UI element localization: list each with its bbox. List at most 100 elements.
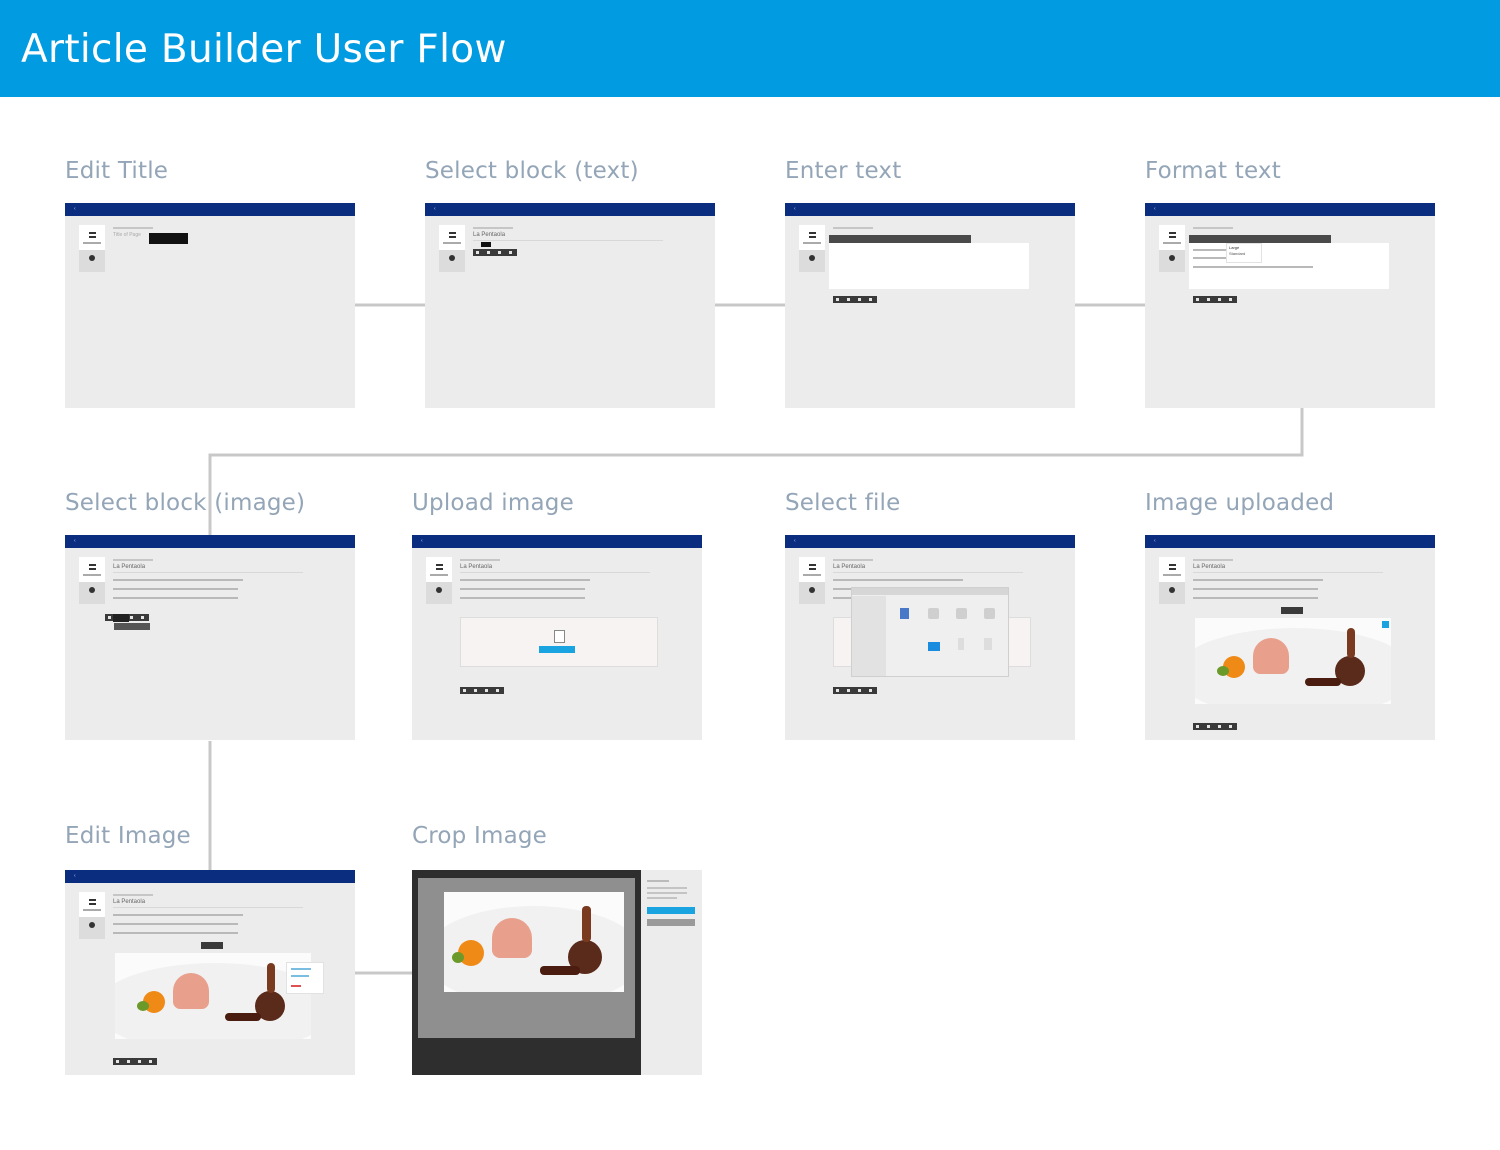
back-icon: ‹ [74, 206, 76, 212]
back-icon: ‹ [794, 206, 796, 212]
format-toolbar [1189, 235, 1331, 243]
back-icon: ‹ [1154, 206, 1156, 212]
app-bar: ‹ [1145, 535, 1435, 548]
image-actions [201, 942, 223, 949]
add-icon [1169, 587, 1175, 593]
step-title-format-text: Format text [1145, 158, 1281, 184]
sidebar-card [799, 225, 825, 251]
back-icon: ‹ [421, 538, 423, 544]
breadcrumb [833, 227, 873, 229]
article-title: La Pentaola [1193, 564, 1226, 570]
sidebar-card [439, 225, 465, 251]
font-size-dropdown: Large Standard [1226, 243, 1262, 263]
text-block-icon [809, 564, 816, 570]
app-bar: ‹ [785, 203, 1075, 216]
screen-upload-image: ‹ La Pentaola [412, 535, 702, 740]
app-bar: ‹ [785, 535, 1075, 548]
step-title-select-file: Select file [785, 490, 901, 516]
selected-file [928, 642, 940, 651]
add-icon [436, 587, 442, 593]
text-block-icon [1169, 564, 1176, 570]
sidebar-card [426, 557, 452, 583]
sidebar-button [426, 582, 452, 604]
file-icon [928, 608, 939, 619]
sidebar-card [79, 557, 105, 583]
crop-cancel-button [647, 919, 695, 926]
screen-crop-image [412, 870, 702, 1075]
connector-format-text-to-select-image [208, 408, 1304, 535]
back-icon: ‹ [74, 873, 76, 879]
breadcrumb [1193, 559, 1233, 561]
font-size-option-large: Large [1229, 245, 1240, 250]
text-block-icon [89, 899, 96, 905]
breadcrumb [460, 559, 500, 561]
block-toolbar [1193, 296, 1237, 303]
step-title-select-block-text: Select block (text) [425, 158, 639, 184]
text-block-icon [89, 232, 96, 238]
app-bar: ‹ [1145, 203, 1435, 216]
sidebar-card [1159, 557, 1185, 583]
upload-button [539, 646, 575, 653]
sidebar-button [1159, 250, 1185, 272]
article-title: La Pentaola [113, 899, 146, 905]
app-bar: ‹ [65, 535, 355, 548]
add-icon [809, 255, 815, 261]
block-toolbar [460, 687, 504, 694]
text-block-icon [1169, 232, 1176, 238]
app-bar: ‹ [425, 203, 715, 216]
food-photo [1195, 618, 1391, 704]
step-title-select-block-image: Select block (image) [65, 490, 306, 516]
image-drop-zone [460, 617, 658, 667]
back-icon: ‹ [1154, 538, 1156, 544]
image-toolbar [114, 623, 150, 630]
screen-format-text: ‹ Large Standard [1145, 203, 1435, 408]
add-icon [89, 922, 95, 928]
file-icon [958, 638, 964, 650]
file-picker-dialog [851, 587, 1009, 677]
file-icon [984, 638, 992, 650]
file-icon [984, 608, 995, 619]
add-icon [449, 255, 455, 261]
text-block-icon [89, 564, 96, 570]
sidebar-button [79, 917, 105, 939]
image-select-checkbox [1382, 621, 1389, 628]
tooltip [149, 233, 188, 244]
add-icon [89, 255, 95, 261]
crop-done-button [647, 907, 695, 914]
sidebar-button [799, 582, 825, 604]
image-options-menu [286, 962, 324, 994]
crop-side-panel [641, 870, 702, 1075]
article-title: La Pentaola [460, 564, 493, 570]
add-icon [809, 587, 815, 593]
screen-edit-image: ‹ La Pentaola [65, 870, 355, 1075]
breadcrumb [113, 559, 153, 561]
sidebar-button [799, 250, 825, 272]
screen-select-block-text: ‹ La Pentaola [425, 203, 715, 408]
food-photo [444, 892, 624, 992]
block-toolbar [113, 1058, 157, 1065]
text-block-icon [436, 564, 443, 570]
sidebar-button [79, 582, 105, 604]
screen-edit-title: ‹ Title of Page [65, 203, 355, 408]
breadcrumb [1193, 227, 1233, 229]
app-bar: ‹ [65, 870, 355, 883]
step-title-upload-image: Upload image [412, 490, 574, 516]
font-size-option-standard: Standard [1229, 251, 1246, 256]
file-picker-titlebar [852, 588, 1008, 595]
screen-select-file: ‹ La Pentaola [785, 535, 1075, 740]
screen-image-uploaded: ‹ La Pentaola [1145, 535, 1435, 740]
article-title: La Pentaola [473, 232, 506, 238]
block-toolbar [833, 296, 877, 303]
screen-enter-text: ‹ [785, 203, 1075, 408]
tooltip [113, 614, 129, 622]
sidebar-button [79, 250, 105, 272]
food-photo [115, 953, 311, 1039]
app-bar: ‹ [65, 203, 355, 216]
add-icon [1169, 255, 1175, 261]
sidebar-button [439, 250, 465, 272]
sidebar-button [1159, 582, 1185, 604]
step-title-crop-image: Crop Image [412, 823, 548, 849]
app-bar: ‹ [412, 535, 702, 548]
article-title: La Pentaola [833, 564, 866, 570]
tooltip [481, 242, 491, 247]
